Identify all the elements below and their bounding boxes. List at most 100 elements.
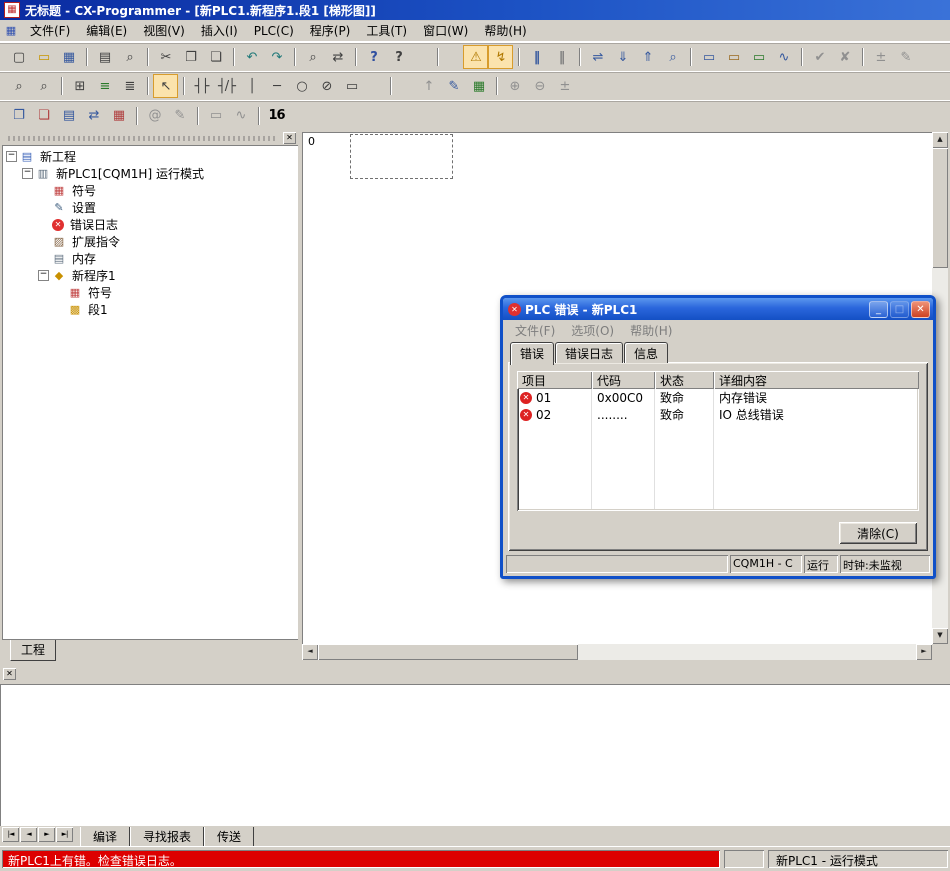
statement-list-icon[interactable]: ≣	[117, 74, 142, 98]
error-row[interactable]: ✕01 0x00C0 致命 内存错误	[517, 389, 919, 406]
tree-item-memory[interactable]: ▤ 内存	[2, 250, 298, 267]
menu-file[interactable]: 文件(F)	[22, 19, 78, 42]
new-closed-contact-icon[interactable]: ┤/├	[214, 74, 239, 98]
force-on-icon[interactable]: ✔	[807, 45, 832, 69]
find-icon[interactable]: ⌕	[300, 45, 325, 69]
program-check-icon[interactable]: ⚠	[463, 45, 488, 69]
new-contact-icon[interactable]: ┤├	[189, 74, 214, 98]
new-vertical-line-icon[interactable]: │	[239, 74, 264, 98]
tree-item-project[interactable]: − ▤ 新工程	[2, 148, 298, 165]
tree-item-symbols[interactable]: ▦ 符号	[2, 182, 298, 199]
panel-grip[interactable]	[8, 136, 278, 141]
show-comment-icon[interactable]: ≡	[92, 74, 117, 98]
tree-item-plc[interactable]: − ▥ 新PLC1[CQM1H] 运行模式	[2, 165, 298, 182]
save-icon[interactable]: ▦	[56, 45, 81, 69]
ladder-cursor[interactable]	[350, 134, 453, 179]
ladder-horizontal-scrollbar[interactable]: ◄ ►	[302, 644, 932, 660]
undo-icon[interactable]: ↶	[239, 45, 264, 69]
output-scroll-last[interactable]: ►|	[56, 827, 73, 842]
set-value-icon[interactable]: ±	[868, 45, 893, 69]
differentiate-up-icon[interactable]: ↑	[416, 74, 441, 98]
scroll-down-icon[interactable]: ▼	[932, 628, 948, 644]
force-off-icon[interactable]: ✘	[832, 45, 857, 69]
monitor-window-icon[interactable]: ▭	[203, 104, 228, 128]
transfer-from-plc-icon[interactable]: ⇑	[635, 45, 660, 69]
pause-monitor-icon[interactable]: ▭	[721, 45, 746, 69]
print-preview-icon[interactable]: ⌕	[117, 45, 142, 69]
horizontal-scroll-thumb[interactable]	[318, 644, 578, 660]
col-item[interactable]: 项目	[517, 371, 592, 389]
close-tree-panel-icon[interactable]: ✕	[283, 132, 296, 144]
open-file-icon[interactable]: ▭	[31, 45, 56, 69]
menu-program[interactable]: 程序(P)	[302, 19, 359, 42]
menu-tools[interactable]: 工具(T)	[358, 19, 415, 42]
output-content[interactable]	[0, 684, 950, 826]
zoom-in-icon[interactable]: ⌕	[6, 74, 31, 98]
tab-transfer[interactable]: 传送	[204, 827, 254, 848]
child-window-icon[interactable]: ▦	[4, 24, 18, 37]
pause-program-icon[interactable]: ‖	[549, 45, 574, 69]
tree-expander-icon[interactable]: −	[6, 151, 17, 162]
edit-comment-icon[interactable]: ✎	[441, 74, 466, 98]
tree-item-error-log[interactable]: ✕ 错误日志	[2, 216, 298, 233]
close-output-panel-icon[interactable]: ✕	[3, 668, 16, 680]
col-code[interactable]: 代码	[592, 371, 655, 389]
tree-item-expansion[interactable]: ▨ 扩展指令	[2, 233, 298, 250]
new-closed-coil-icon[interactable]: ⊘	[314, 74, 339, 98]
hex-monitor-button[interactable]: 16	[264, 104, 289, 128]
dialog-menu-file[interactable]: 文件(F)	[507, 320, 563, 341]
io-comment-icon[interactable]: ✎	[167, 104, 192, 128]
tab-information[interactable]: 信息	[624, 342, 668, 363]
block-program-icon[interactable]: ▦	[466, 74, 491, 98]
scroll-right-icon[interactable]: ►	[916, 644, 932, 660]
run-monitor-icon[interactable]: ▭	[696, 45, 721, 69]
menu-window[interactable]: 窗口(W)	[415, 19, 476, 42]
transfer-to-plc-icon[interactable]: ⇓	[610, 45, 635, 69]
tab-find-report[interactable]: 寻找报表	[130, 827, 204, 848]
tab-compile[interactable]: 编译	[80, 827, 130, 848]
dialog-menu-options[interactable]: 选项(O)	[563, 320, 622, 341]
new-file-icon[interactable]: ▢	[6, 45, 31, 69]
find-replace-icon[interactable]: ⇄	[325, 45, 350, 69]
toggle-project-window-icon[interactable]: ❐	[6, 104, 31, 128]
tree-item-program[interactable]: − ◆ 新程序1	[2, 267, 298, 284]
minimize-button[interactable]: _	[869, 301, 888, 318]
output-scroll-first[interactable]: |◄	[2, 827, 19, 842]
data-trace-icon[interactable]: ∿	[228, 104, 253, 128]
tab-project[interactable]: 工程	[10, 640, 56, 661]
zoom-out-icon[interactable]: ⌕	[31, 74, 56, 98]
error-row[interactable]: ✕02 ........ 致命 IO 总线错误	[517, 406, 919, 423]
compile-icon[interactable]: ↯	[488, 45, 513, 69]
tree-expander-icon[interactable]: −	[22, 168, 33, 179]
local-symbols-icon[interactable]: ▦	[106, 104, 131, 128]
delete-rung-icon[interactable]: ⊖	[527, 74, 552, 98]
time-chart-icon[interactable]: ∿	[771, 45, 796, 69]
tab-errors[interactable]: 错误	[510, 342, 554, 365]
tree-item-program-symbols[interactable]: ▦ 符号	[2, 284, 298, 301]
cross-reference-icon[interactable]: ⇄	[81, 104, 106, 128]
new-coil-icon[interactable]: ○	[289, 74, 314, 98]
work-online-icon[interactable]: ⇌	[585, 45, 610, 69]
col-detail[interactable]: 详细内容	[714, 371, 919, 389]
menu-help[interactable]: 帮助(H)	[476, 19, 534, 42]
insert-rung-icon[interactable]: ⊕	[502, 74, 527, 98]
scroll-up-icon[interactable]: ▲	[932, 132, 948, 148]
scroll-left-icon[interactable]: ◄	[302, 644, 318, 660]
paste-icon[interactable]: ❏	[203, 45, 228, 69]
new-horizontal-line-icon[interactable]: ─	[264, 74, 289, 98]
toggle-output-window-icon[interactable]: ❏	[31, 104, 56, 128]
vertical-scroll-thumb[interactable]	[932, 148, 948, 268]
tab-error-log[interactable]: 错误日志	[555, 342, 623, 363]
grid-icon[interactable]: ⊞	[67, 74, 92, 98]
compare-with-plc-icon[interactable]: ⌕	[660, 45, 685, 69]
online-edit-icon[interactable]: ✎	[893, 45, 918, 69]
clear-button[interactable]: 清除(C)	[839, 522, 917, 544]
menu-insert[interactable]: 插入(I)	[193, 19, 246, 42]
copy-icon[interactable]: ❐	[178, 45, 203, 69]
data-monitor-icon[interactable]: ▭	[746, 45, 771, 69]
tree-expander-icon[interactable]: −	[38, 270, 49, 281]
print-icon[interactable]: ▤	[92, 45, 117, 69]
col-status[interactable]: 状态	[655, 371, 714, 389]
help-icon[interactable]: ?	[361, 45, 386, 69]
output-scroll-right[interactable]: ►	[38, 827, 55, 842]
